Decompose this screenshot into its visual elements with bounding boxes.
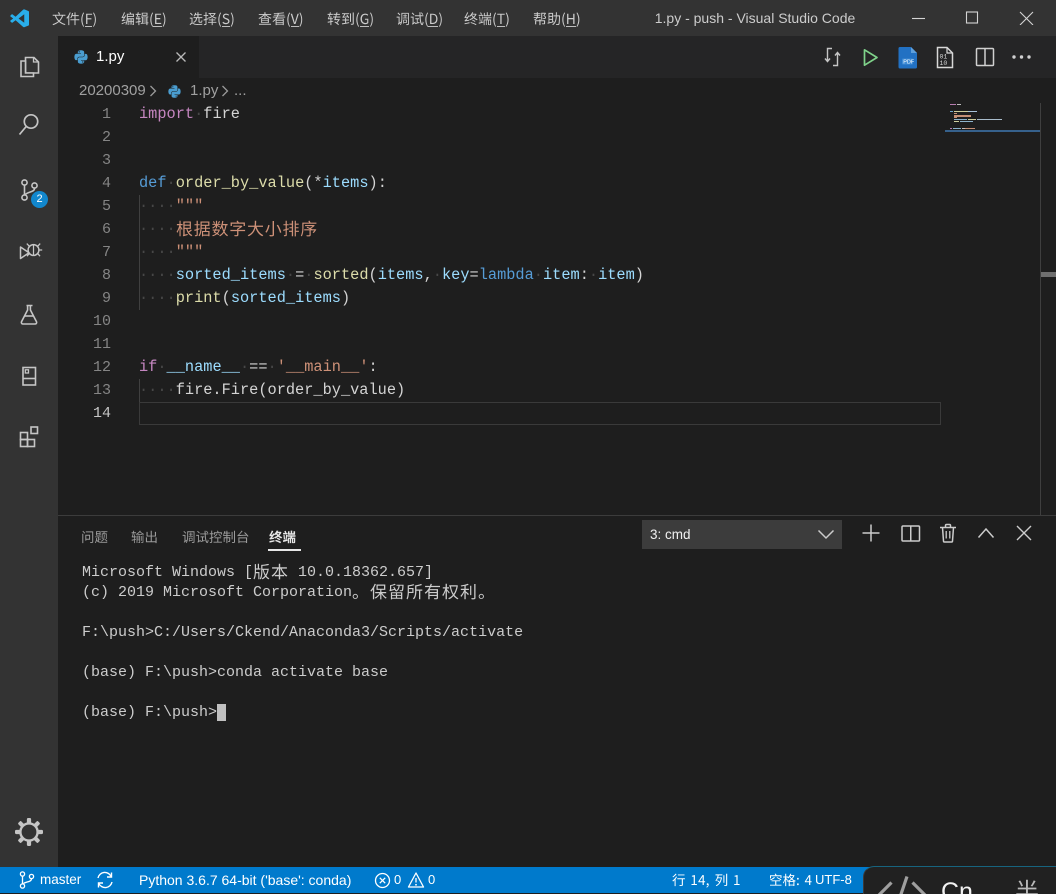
svg-text:10: 10 [940,60,948,67]
svg-text:PDF: PDF [903,60,915,66]
